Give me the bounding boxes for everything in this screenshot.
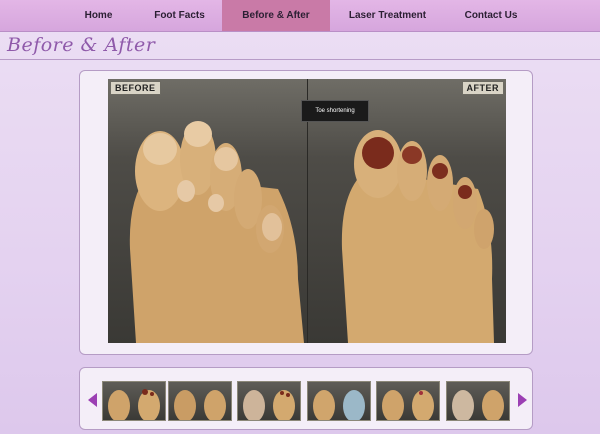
- before-photo: BEFORE: [108, 79, 307, 343]
- thumbnail-image: [174, 390, 226, 420]
- top-navigation: Home Foot Facts Before & After Laser Tre…: [0, 0, 600, 32]
- nav-laser-treatment[interactable]: Laser Treatment: [330, 0, 445, 31]
- thumbnail-strip: [79, 367, 533, 430]
- nav-before-after[interactable]: Before & After: [222, 0, 330, 31]
- thumbnail-image: [382, 390, 434, 420]
- page-title: Before & After: [7, 34, 156, 56]
- arrow-right-icon[interactable]: [514, 392, 530, 408]
- nav-foot-facts[interactable]: Foot Facts: [137, 0, 222, 31]
- image-viewer: BEFORE AFTER Toe shortening: [79, 70, 533, 355]
- nav-contact-us[interactable]: Contact Us: [445, 0, 537, 31]
- thumbnail-5[interactable]: [376, 381, 440, 421]
- thumbnail-image: [108, 389, 160, 420]
- thumbnail-1[interactable]: [102, 381, 166, 421]
- before-label: BEFORE: [110, 81, 161, 95]
- thumbnail-4[interactable]: [307, 381, 371, 421]
- thumbnail-image: [313, 390, 365, 420]
- nav-home[interactable]: Home: [60, 0, 137, 31]
- thumbnail-image: [243, 390, 295, 420]
- before-after-photo: BEFORE AFTER Toe shortening: [108, 79, 506, 343]
- thumbnail-3[interactable]: [237, 381, 301, 421]
- title-divider: [0, 59, 600, 60]
- thumbnail-image: [452, 390, 504, 420]
- thumbnail-6[interactable]: [446, 381, 510, 421]
- before-foot-image: [129, 121, 304, 343]
- image-caption-tooltip: Toe shortening: [301, 100, 369, 122]
- thumbnail-2[interactable]: [168, 381, 232, 421]
- after-label: AFTER: [461, 81, 504, 95]
- arrow-left-icon[interactable]: [85, 392, 101, 408]
